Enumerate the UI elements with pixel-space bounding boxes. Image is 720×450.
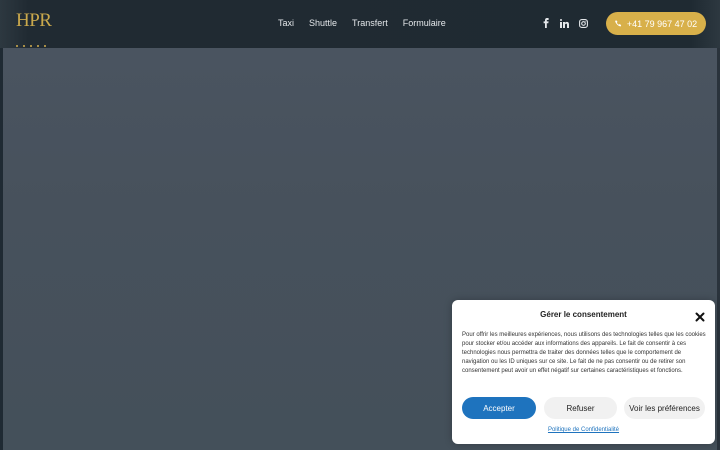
logo[interactable]: HPR bbox=[16, 10, 52, 47]
site-header: HPR Taxi Shuttle Transfert Formulaire +4… bbox=[0, 0, 720, 48]
logo-text: HPR bbox=[16, 10, 52, 31]
nav-item-taxi[interactable]: Taxi bbox=[278, 17, 294, 29]
consent-dialog: Gérer le consentement Pour offrir les me… bbox=[452, 300, 715, 444]
instagram-icon[interactable] bbox=[579, 17, 588, 29]
phone-icon bbox=[614, 20, 622, 27]
nav-item-transfert[interactable]: Transfert bbox=[352, 17, 388, 29]
preferences-button[interactable]: Voir les préférences bbox=[624, 397, 705, 419]
accept-button[interactable]: Accepter bbox=[462, 397, 536, 419]
nav-item-formulaire[interactable]: Formulaire bbox=[403, 17, 446, 29]
refuse-button[interactable]: Refuser bbox=[544, 397, 617, 419]
close-icon[interactable] bbox=[695, 309, 705, 322]
linkedin-icon[interactable] bbox=[560, 17, 569, 29]
privacy-policy-link[interactable]: Politique de Confidentialité bbox=[452, 427, 715, 433]
social-links bbox=[541, 17, 588, 29]
phone-number: +41 79 967 47 02 bbox=[626, 18, 698, 29]
logo-dots bbox=[16, 34, 52, 47]
main-nav: Taxi Shuttle Transfert Formulaire bbox=[278, 17, 446, 29]
consent-body: Pour offrir les meilleures expériences, … bbox=[462, 332, 706, 374]
consent-title: Gérer le consentement bbox=[540, 310, 627, 319]
nav-item-shuttle[interactable]: Shuttle bbox=[309, 17, 337, 29]
phone-button[interactable]: +41 79 967 47 02 bbox=[606, 12, 706, 35]
facebook-icon[interactable] bbox=[541, 17, 550, 29]
